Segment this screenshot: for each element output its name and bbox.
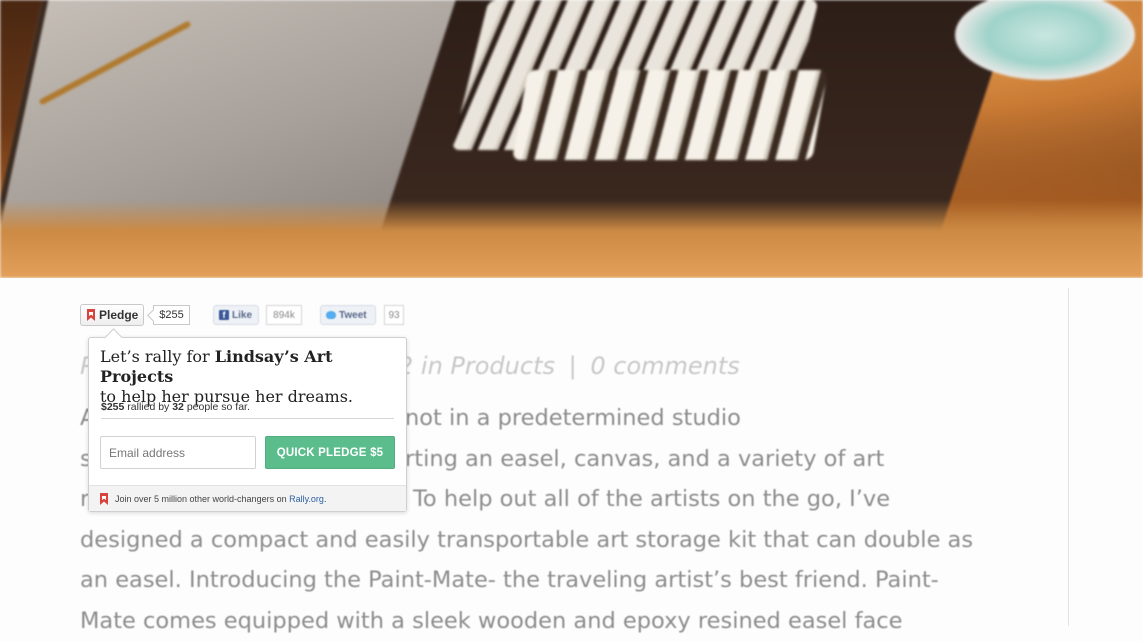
tweet-button[interactable]: Tweet xyxy=(320,305,376,325)
like-label: Like xyxy=(232,310,252,321)
tweet-label: Tweet xyxy=(339,310,367,321)
meta-separator: | xyxy=(569,352,577,380)
facebook-like-button[interactable]: f Like xyxy=(213,305,259,325)
article-line: an easel. Introducing the Paint-Mate- th… xyxy=(80,560,980,601)
email-field[interactable] xyxy=(100,436,256,469)
pledge-amount-bubble: $255 xyxy=(153,305,190,325)
footer-text: Join over 5 million other world-changers… xyxy=(115,494,326,504)
column-divider xyxy=(1068,288,1069,626)
paint-tubes-row xyxy=(512,70,828,160)
facebook-icon: f xyxy=(219,310,229,320)
meta-category: 2 in Products xyxy=(398,352,555,380)
twitter-icon xyxy=(326,311,336,319)
meta-comments: 0 comments xyxy=(590,352,739,380)
pledge-popup: Let’s rally for Lindsay’s Art Projects t… xyxy=(88,337,407,512)
pledge-stats: $255 rallied by 32 people so far. xyxy=(101,401,394,419)
headline-pre: Let’s rally for xyxy=(100,347,215,366)
rally-link[interactable]: Rally.org xyxy=(289,494,324,504)
like-count: 894k xyxy=(266,305,302,325)
tweet-count: 93 xyxy=(384,305,404,325)
people-count: 32 xyxy=(172,401,184,413)
popup-headline: Let’s rally for Lindsay’s Art Projects t… xyxy=(100,347,400,407)
pledge-button[interactable]: Pledge xyxy=(80,304,144,326)
rally-icon xyxy=(86,309,96,321)
article-line: Mate comes equipped with a sleek wooden … xyxy=(80,601,980,641)
article-line-tail: rting an easel, canvas, and a variety of… xyxy=(405,439,884,480)
raised-amount: $255 xyxy=(101,401,124,413)
article-line-tail: not in a predetermined studio xyxy=(405,398,741,439)
meta-rest: 2 in Products | 0 comments xyxy=(398,352,740,380)
article-line: designed a compact and easily transporta… xyxy=(80,520,980,561)
quick-pledge-button[interactable]: QUICK PLEDGE $5 xyxy=(265,436,395,469)
popup-footer: Join over 5 million other world-changers… xyxy=(89,485,406,511)
pledge-label: Pledge xyxy=(99,308,138,322)
hero-image xyxy=(0,0,1143,278)
wood-table xyxy=(0,200,1143,278)
article-line-tail: To help out all of the artists on the go… xyxy=(413,479,890,520)
rally-icon xyxy=(99,493,109,505)
